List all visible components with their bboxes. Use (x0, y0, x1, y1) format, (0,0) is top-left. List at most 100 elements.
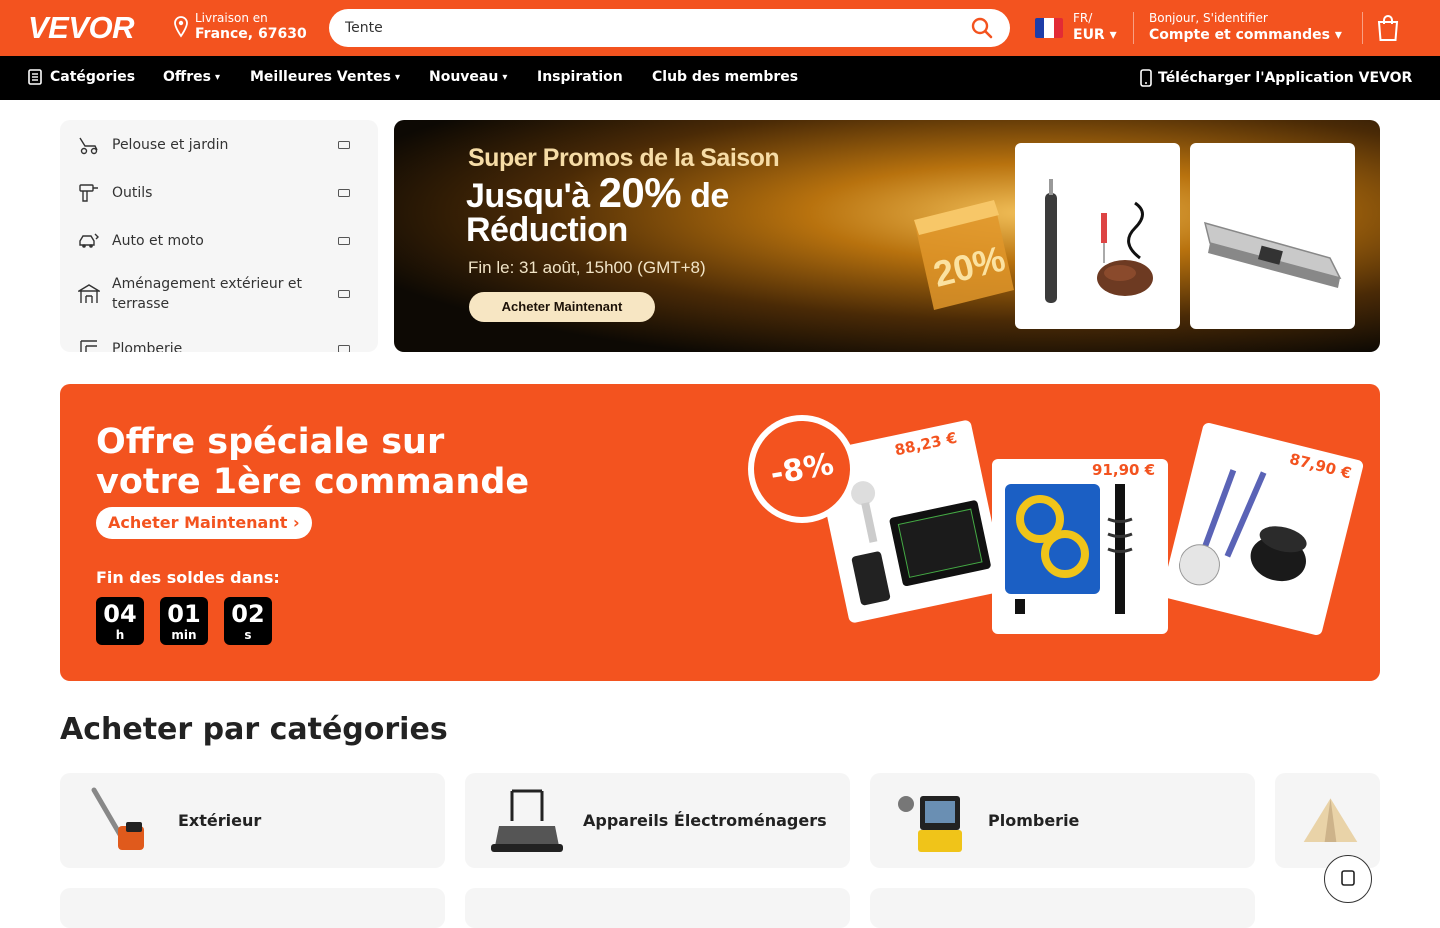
nav-inspiration[interactable]: Inspiration (537, 69, 623, 85)
expand-icon (338, 189, 350, 197)
nav-offres-label: Offres (163, 69, 211, 85)
chainsaw-icon (91, 787, 144, 850)
category-card-appareils[interactable]: Appareils Électroménagers (465, 773, 850, 868)
nav-offres[interactable]: Offres ▾ (163, 69, 220, 85)
nav-app-label: Télécharger l'Application VEVOR (1158, 70, 1413, 86)
countdown-seconds: 02 s (224, 597, 272, 645)
account-menu[interactable]: Bonjour, S'identifier Compte et commande… (1149, 11, 1342, 44)
category-label: Appareils Électroménagers (583, 811, 827, 830)
account-orders-label: Compte et commandes ▾ (1149, 27, 1342, 43)
france-flag-icon (1035, 17, 1063, 38)
category-card-row2[interactable] (465, 888, 850, 928)
sidebar-item-amenagement[interactable]: Aménagement extérieur et terrasse (78, 274, 360, 314)
search-input[interactable] (345, 20, 970, 36)
banner-discount: Jusqu'à 20% de Réduction (466, 172, 806, 248)
greeting-label: Bonjour, S'identifier (1149, 11, 1268, 25)
nav-nouveau[interactable]: Nouveau ▾ (429, 69, 507, 85)
promo-title: Offre spéciale sur votre 1ère commande (96, 422, 616, 502)
promo-title-line2: votre 1ère commande (96, 462, 530, 502)
nav-categories-label: Catégories (50, 69, 136, 85)
header-divider (1362, 12, 1363, 44)
category-label: Plomberie (988, 811, 1080, 830)
car-icon (79, 233, 99, 248)
delivery-postcode: France, 67630 (195, 26, 307, 42)
product-card-engraver[interactable] (1015, 143, 1180, 329)
lawn-mower-icon (79, 137, 98, 155)
discount-badge: -8% (746, 413, 858, 525)
delivery-location[interactable]: Livraison en France, 67630 (174, 11, 307, 43)
category-card-row2[interactable] (60, 888, 445, 928)
sidebar-item-label: Auto et moto (112, 233, 204, 249)
nav-nouveau-label: Nouveau (429, 69, 499, 85)
nav-club-membres[interactable]: Club des membres (652, 69, 798, 85)
nav-meilleures-ventes[interactable]: Meilleures Ventes ▾ (250, 69, 400, 85)
section-title: Acheter par catégories (60, 712, 448, 747)
sidebar-item-plomberie[interactable]: Plomberie (78, 338, 360, 352)
expand-icon (338, 290, 350, 298)
expand-icon (338, 141, 350, 149)
chevron-down-icon: ▾ (502, 71, 508, 83)
category-card-exterieur[interactable]: Extérieur (60, 773, 445, 868)
countdown-value: 04 (103, 600, 137, 628)
search-icon[interactable] (970, 16, 994, 40)
countdown-label: Fin des soldes dans: (96, 568, 280, 587)
promo-title-line1: Offre spéciale sur (96, 422, 445, 462)
countdown-unit: h (115, 628, 125, 642)
currency-label: EUR ▾ (1073, 27, 1117, 43)
product-card-bumper[interactable] (1190, 143, 1355, 329)
spring-compressor-image (1005, 484, 1133, 614)
cart-icon[interactable] (1376, 14, 1400, 42)
floating-chat-button[interactable] (1324, 855, 1372, 903)
banner-end-date: Fin le: 31 août, 15h00 (GMT+8) (468, 258, 706, 277)
first-order-promo: Offre spéciale sur votre 1ère commande A… (60, 384, 1380, 681)
nav-download-app[interactable]: Télécharger l'Application VEVOR (1140, 69, 1412, 87)
sidebar-item-outils[interactable]: Outils (78, 182, 360, 204)
category-card-tente[interactable] (1275, 773, 1380, 868)
countdown-minutes: 01 min (160, 597, 208, 645)
sidebar-item-label: Plomberie (112, 341, 183, 352)
category-sidebar: Pelouse et jardin Outils Auto et moto Am… (60, 120, 378, 352)
sidebar-item-pelouse[interactable]: Pelouse et jardin (78, 134, 360, 156)
search-bar (329, 9, 1010, 47)
category-label: Extérieur (178, 811, 262, 830)
chevron-down-icon: ▾ (214, 71, 221, 83)
pipe-icon (80, 340, 97, 352)
sweeper-icon (491, 789, 563, 852)
countdown-unit: min (171, 628, 197, 642)
banner-discount-value: 20% (598, 169, 682, 216)
sidebar-item-auto-moto[interactable]: Auto et moto (78, 230, 360, 252)
expand-icon (338, 345, 350, 352)
top-header: VEVOR Livraison en France, 67630 FR/ EUR… (0, 0, 1440, 56)
drill-icon (79, 184, 98, 202)
menu-icon (28, 69, 42, 85)
category-card-row2[interactable] (870, 888, 1255, 928)
main-navigation: Catégories Offres ▾ Meilleures Ventes ▾ No… (0, 56, 1440, 100)
language-currency-selector[interactable]: FR/ EUR ▾ (1035, 11, 1117, 44)
nav-club-label: Club des membres (652, 69, 799, 85)
language-label: FR/ (1073, 11, 1093, 25)
truck-bumper-image (1203, 221, 1342, 288)
promo-shop-now-button[interactable]: Acheter Maintenant › (96, 507, 312, 539)
sidebar-item-label: Aménagement extérieur et terrasse (112, 276, 303, 312)
air-suspension-image (1178, 469, 1307, 586)
inspection-camera-icon (898, 795, 962, 852)
gazebo-icon (78, 284, 100, 303)
banner-shop-now-button[interactable]: Acheter Maintenant (469, 292, 655, 322)
hero-banner[interactable]: 20% Super Promos de la Saison Jusqu'à 20… (394, 120, 1380, 352)
category-card-plomberie[interactable]: Plomberie (870, 773, 1255, 868)
header-divider (1133, 12, 1134, 44)
sidebar-item-label: Outils (112, 185, 153, 201)
countdown-value: 02 (231, 600, 265, 628)
promo-product-spring-compressor[interactable]: 91,90 € (992, 459, 1168, 634)
phone-icon (1140, 69, 1152, 87)
nav-meilleures-label: Meilleures Ventes (250, 69, 391, 85)
rotary-tool-image (1045, 179, 1153, 303)
expand-icon (338, 237, 350, 245)
promo-product-air-suspension[interactable]: 87,90 € (1160, 421, 1365, 637)
vevor-logo[interactable]: VEVOR (28, 10, 135, 46)
sidebar-item-label: Pelouse et jardin (112, 137, 229, 153)
delivery-label: Livraison en (195, 11, 268, 25)
nav-categories[interactable]: Catégories (28, 69, 135, 85)
countdown-unit: s (244, 628, 252, 642)
chat-icon (1341, 870, 1355, 886)
